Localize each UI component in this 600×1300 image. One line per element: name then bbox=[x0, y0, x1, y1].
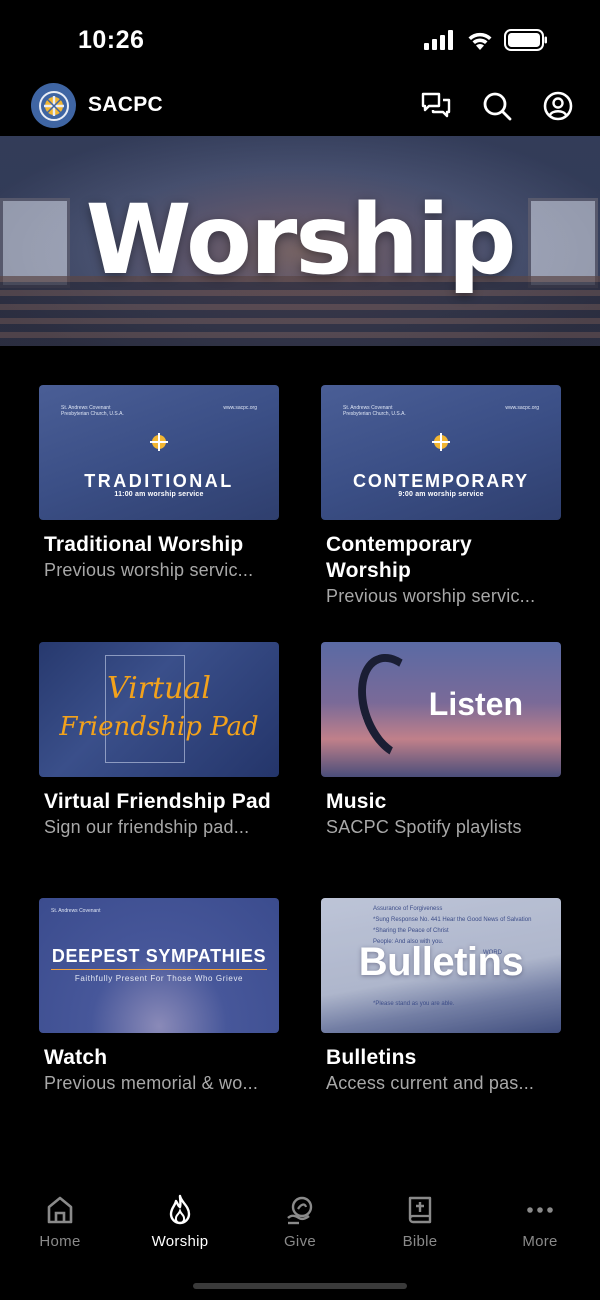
hero-title: Worship bbox=[85, 184, 517, 296]
thumb-church-name: St. Andrews Covenant Presbyterian Church… bbox=[343, 405, 406, 417]
app-header: SACPC bbox=[0, 80, 600, 136]
church-logo[interactable] bbox=[31, 83, 76, 128]
tab-more[interactable]: More bbox=[480, 1194, 600, 1250]
tab-label: Worship bbox=[151, 1233, 209, 1250]
cellular-signal-icon bbox=[424, 30, 453, 50]
tab-label: Bible bbox=[402, 1233, 438, 1250]
app-name: SACPC bbox=[88, 93, 164, 116]
home-indicator[interactable] bbox=[193, 1283, 407, 1289]
card-title: Bulletins bbox=[326, 1046, 417, 1069]
thumb-label: TRADITIONAL bbox=[84, 471, 234, 491]
card-subtitle: SACPC Spotify playlists bbox=[326, 817, 522, 837]
tab-label: Home bbox=[39, 1233, 81, 1250]
card-title: Watch bbox=[44, 1046, 108, 1069]
card-title: Contemporary Worship bbox=[326, 533, 472, 582]
bulletins-thumbnail: Assurance of Forgiveness *Sung Response … bbox=[321, 898, 561, 1033]
thumb-site: www.sacpc.org bbox=[505, 405, 539, 411]
profile-icon bbox=[543, 91, 573, 121]
card-subtitle: Previous memorial & wo... bbox=[44, 1073, 259, 1093]
thumb-church-name: St. Andrews Covenant Presbyterian Church… bbox=[61, 405, 124, 417]
thumb-time: 9:00 am worship service bbox=[398, 491, 484, 498]
status-time: 10:26 bbox=[78, 26, 145, 54]
thumb-script-line2: Friendship Pad bbox=[59, 712, 259, 742]
thumb-time: 11:00 am worship service bbox=[114, 491, 204, 498]
traditional-thumbnail: St. Andrews Covenant Presbyterian Church… bbox=[39, 385, 279, 520]
thumb-headline: DEEPEST SYMPATHIES bbox=[51, 946, 267, 966]
card-title: Virtual Friendship Pad bbox=[44, 790, 271, 813]
card-virtual-friendship-pad[interactable]: Virtual Friendship Pad Virtual Friendshi… bbox=[39, 642, 279, 839]
search-icon bbox=[483, 92, 512, 121]
status-icons bbox=[424, 29, 548, 51]
more-icon bbox=[527, 1207, 553, 1213]
watch-thumbnail: St. Andrews Covenant DEEPEST SYMPATHIES … bbox=[39, 898, 279, 1033]
virtual-thumbnail: Virtual Friendship Pad bbox=[39, 642, 279, 777]
card-music[interactable]: Listen Music SACPC Spotify playlists bbox=[321, 642, 561, 839]
status-bar: 10:26 bbox=[0, 0, 600, 80]
church-seal-icon bbox=[38, 90, 69, 121]
wifi-icon bbox=[468, 32, 492, 50]
thumb-brand: St. Andrews Covenant bbox=[51, 908, 101, 914]
card-traditional-worship[interactable]: St. Andrews Covenant Presbyterian Church… bbox=[39, 385, 279, 582]
flame-icon bbox=[169, 1194, 191, 1225]
card-subtitle: Sign our friendship pad... bbox=[44, 817, 250, 837]
card-bulletins[interactable]: Assurance of Forgiveness *Sung Response … bbox=[321, 898, 561, 1095]
thumb-script-text: Virtual Friendship Pad bbox=[39, 670, 279, 746]
header-actions bbox=[418, 88, 576, 124]
tab-home[interactable]: Home bbox=[0, 1194, 120, 1250]
chat-icon bbox=[421, 92, 451, 118]
battery-icon bbox=[504, 29, 547, 51]
card-title: Music bbox=[326, 790, 387, 813]
profile-button[interactable] bbox=[540, 88, 576, 124]
card-subtitle: Previous worship servic... bbox=[326, 586, 536, 606]
card-title: Traditional Worship bbox=[44, 533, 244, 556]
card-subtitle: Access current and pas... bbox=[326, 1073, 535, 1093]
church-seal-icon bbox=[432, 433, 450, 451]
music-thumbnail: Listen bbox=[321, 642, 561, 777]
thumb-site: www.sacpc.org bbox=[223, 405, 257, 411]
bottom-tab-bar: Home Worship Give Bible More bbox=[0, 1180, 600, 1300]
thumb-script-line1: Virtual bbox=[107, 671, 211, 706]
hero-banner: Worship bbox=[0, 136, 600, 346]
card-contemporary-worship[interactable]: St. Andrews Covenant Presbyterian Church… bbox=[321, 385, 561, 608]
messages-button[interactable] bbox=[418, 88, 454, 124]
card-subtitle: Previous worship servic... bbox=[44, 560, 254, 580]
give-icon bbox=[287, 1196, 313, 1225]
thumb-listen-text: Listen bbox=[428, 686, 523, 722]
thumb-label: CONTEMPORARY bbox=[353, 471, 529, 491]
home-icon bbox=[47, 1196, 73, 1224]
tab-worship[interactable]: Worship bbox=[120, 1194, 240, 1250]
tab-bible[interactable]: Bible bbox=[360, 1194, 480, 1250]
tab-label: More bbox=[522, 1233, 558, 1250]
card-watch[interactable]: St. Andrews Covenant DEEPEST SYMPATHIES … bbox=[39, 898, 279, 1095]
contemporary-thumbnail: St. Andrews Covenant Presbyterian Church… bbox=[321, 385, 561, 520]
thumb-divider bbox=[51, 969, 267, 970]
search-button[interactable] bbox=[479, 88, 515, 124]
thumb-bulletins-text: Bulletins bbox=[358, 940, 524, 984]
tab-give[interactable]: Give bbox=[240, 1194, 360, 1250]
bible-icon bbox=[408, 1196, 432, 1224]
church-seal-icon bbox=[150, 433, 168, 451]
thumb-tagline: Faithfully Present For Those Who Grieve bbox=[74, 974, 244, 983]
tab-label: Give bbox=[283, 1233, 317, 1250]
